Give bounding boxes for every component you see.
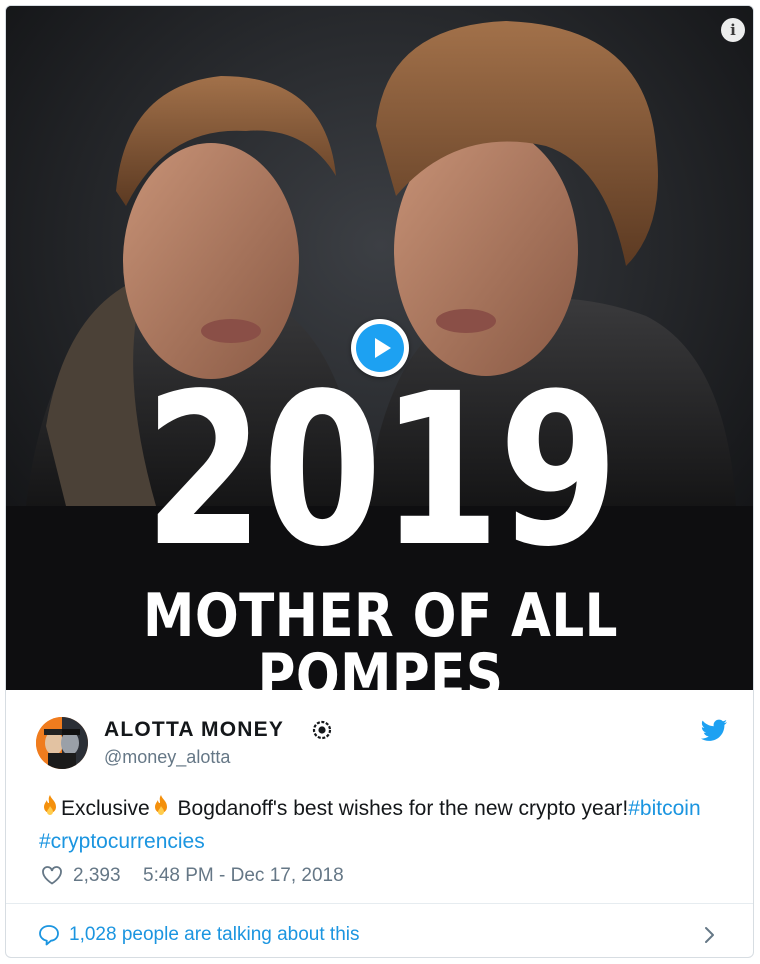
fire-icon <box>154 795 167 815</box>
tweet-text: Exclusive Bogdanoff's best wishes for th… <box>39 792 729 858</box>
speech-bubble-icon <box>39 925 59 946</box>
display-name[interactable]: ALOTTA MONEY <box>104 718 284 742</box>
fire-icon <box>44 795 56 815</box>
twitter-bird-icon[interactable] <box>700 719 728 743</box>
tweet-timestamp[interactable]: 5:48 PM - Dec 17, 2018 <box>143 865 344 887</box>
conversation-link[interactable]: 1,028 people are talking about this <box>6 904 753 957</box>
video-subtitle: MOTHER OF ALL POMPES <box>143 581 618 690</box>
info-icon[interactable]: i <box>721 18 745 42</box>
tweet-text-exclusive: Exclusive <box>61 797 150 820</box>
heart-icon[interactable] <box>41 865 63 885</box>
play-button[interactable] <box>351 319 409 377</box>
embedded-tweet-card: i 2019 MOTHER OF ALL POMPES ALOTTA MONEY… <box>5 5 754 958</box>
video-title-year: 2019 <box>144 348 618 593</box>
like-count[interactable]: 2,393 <box>73 865 121 887</box>
tweet-text-body: Bogdanoff's best wishes for the new cryp… <box>171 797 629 820</box>
play-icon <box>356 324 404 372</box>
video-media[interactable]: i 2019 MOTHER OF ALL POMPES <box>6 6 753 690</box>
conversation-label[interactable]: 1,028 people are talking about this <box>69 924 360 946</box>
avatar[interactable] <box>36 717 88 769</box>
user-handle[interactable]: @money_alotta <box>104 747 230 768</box>
gear-badge-icon <box>312 720 332 740</box>
tweet-author[interactable]: ALOTTA MONEY @money_alotta <box>36 715 736 775</box>
hashtag-cryptocurrencies[interactable]: #cryptocurrencies <box>39 830 205 853</box>
chevron-right-icon[interactable] <box>703 925 717 945</box>
hashtag-bitcoin[interactable]: #bitcoin <box>628 797 700 820</box>
